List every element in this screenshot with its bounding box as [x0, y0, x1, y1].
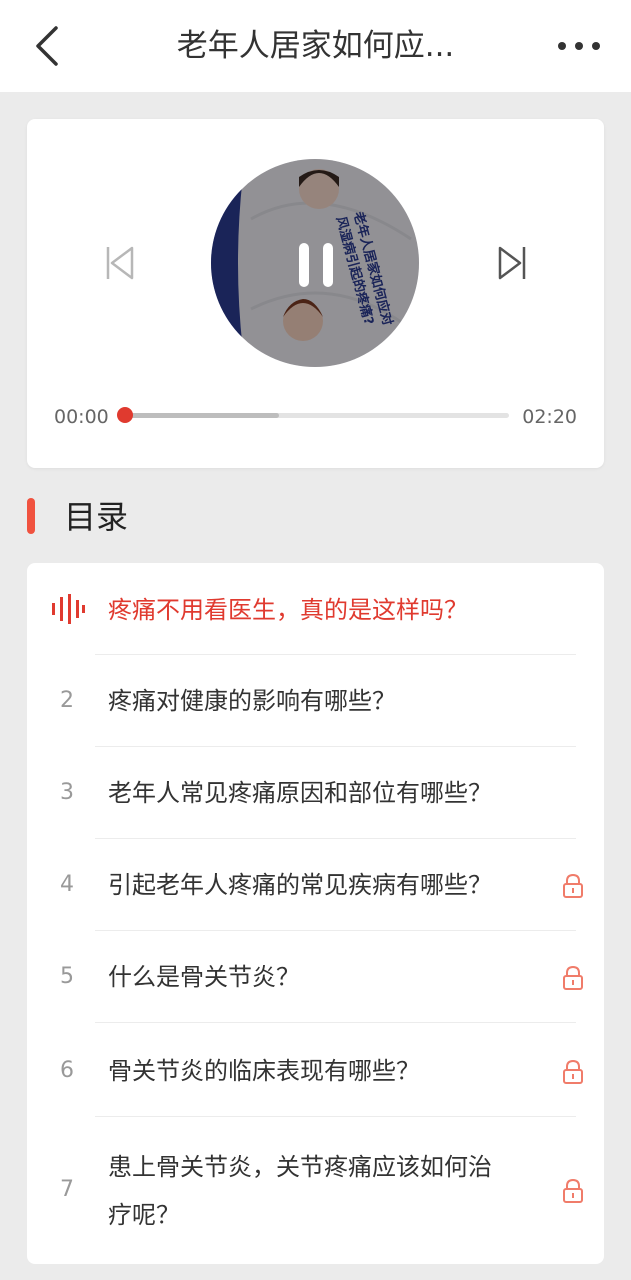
current-time: 00:00 — [54, 406, 109, 428]
page-title: 老年人居家如何应... — [176, 28, 455, 64]
progress-slider[interactable] — [117, 407, 509, 423]
buffer-bar — [125, 413, 279, 418]
total-time: 02:20 — [522, 406, 577, 428]
next-track-icon[interactable] — [497, 245, 527, 281]
lock-icon — [563, 966, 583, 990]
list-item-label-line1: 患上骨关节炎，关节疼痛应该如何治 — [108, 1153, 492, 1181]
list-item-number: 5 — [60, 964, 74, 989]
list-item-number: 7 — [60, 1177, 74, 1202]
back-arrow-icon[interactable] — [28, 22, 68, 70]
lock-icon — [563, 874, 583, 898]
catalog-title: 目录 — [64, 498, 129, 536]
list-item-label: 引起老年人疼痛的常见疾病有哪些？ — [108, 871, 492, 899]
list-item-label: 老年人常见疼痛原因和部位有哪些？ — [108, 779, 492, 807]
list-item[interactable]: 3 老年人常见疼痛原因和部位有哪些？ — [27, 747, 604, 839]
section-accent-bar — [27, 498, 35, 534]
previous-track-icon[interactable] — [105, 245, 135, 281]
audio-player-card: 老年人居家如何应对 风湿病引起的疼痛? 00:00 02:20 — [27, 119, 604, 468]
more-dots-icon[interactable] — [557, 36, 601, 56]
list-item[interactable]: 2 疼痛对健康的影响有哪些？ — [27, 655, 604, 747]
list-item-number: 2 — [60, 688, 74, 713]
catalog-list: 疼痛不用看医生，真的是这样吗？ 2 疼痛对健康的影响有哪些？ 3 老年人常见疼痛… — [27, 563, 604, 1264]
top-bar: 老年人居家如何应... — [0, 0, 631, 92]
list-item-number: 6 — [60, 1058, 74, 1083]
list-item[interactable]: 5 什么是骨关节炎？ — [27, 931, 604, 1023]
list-item-label: 什么是骨关节炎？ — [108, 963, 300, 991]
pause-icon[interactable] — [297, 241, 335, 289]
list-item[interactable]: 4 引起老年人疼痛的常见疾病有哪些？ — [27, 839, 604, 931]
progress-knob[interactable] — [117, 407, 133, 423]
lock-icon — [563, 1179, 583, 1203]
lock-icon — [563, 1060, 583, 1084]
list-item-label: 疼痛对健康的影响有哪些？ — [108, 687, 396, 715]
list-item[interactable]: 6 骨关节炎的临床表现有哪些？ — [27, 1023, 604, 1117]
list-item-number: 3 — [60, 780, 74, 805]
list-item-label: 疼痛不用看医生，真的是这样吗？ — [108, 596, 468, 624]
album-cover[interactable]: 老年人居家如何应对 风湿病引起的疼痛? — [211, 159, 419, 367]
list-item-label-line2: 疗呢？ — [108, 1201, 180, 1229]
list-item[interactable]: 7 患上骨关节炎，关节疼痛应该如何治 疗呢？ — [27, 1117, 604, 1264]
list-item[interactable]: 疼痛不用看医生，真的是这样吗？ — [27, 563, 604, 655]
list-item-label: 骨关节炎的临床表现有哪些？ — [108, 1057, 420, 1085]
list-item-number: 4 — [60, 872, 74, 897]
now-playing-icon — [52, 594, 85, 624]
